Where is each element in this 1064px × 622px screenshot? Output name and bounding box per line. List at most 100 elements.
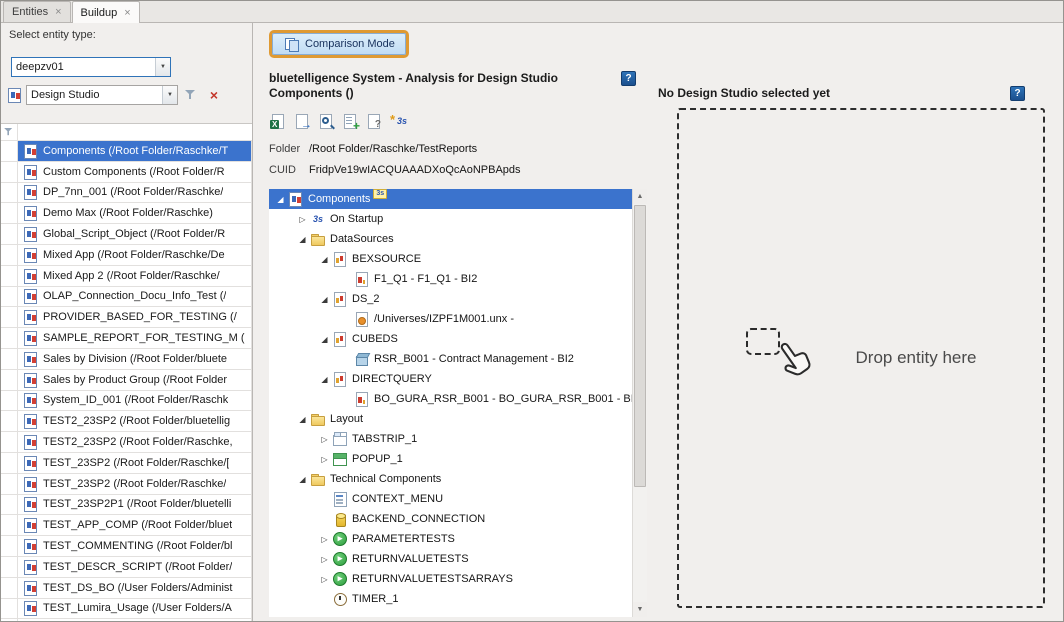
entity-row[interactable]: TEST_ON_SMALL_INITIAL_VIEW (/Ro — [1, 619, 252, 621]
expander-expanded-icon[interactable]: ◢ — [295, 475, 310, 484]
close-tab-icon[interactable]: × — [124, 8, 130, 18]
tree-node[interactable]: ▷▸RETURNVALUETESTS — [269, 549, 632, 569]
tree-node[interactable]: ◢DIRECTQUERY — [269, 369, 632, 389]
tree-node[interactable]: ◢Layout — [269, 409, 632, 429]
expander-expanded-icon[interactable]: ◢ — [273, 195, 288, 204]
tree-node[interactable]: ▷3sOn Startup — [269, 209, 632, 229]
entity-row[interactable]: TEST_DS_BO (/User Folders/Administ — [1, 578, 252, 599]
entity-cell[interactable]: TEST_23SP2 (/Root Folder/Raschke/[ — [18, 453, 252, 473]
tree-node[interactable]: ▷▸RETURNVALUETESTSARRAYS — [269, 569, 632, 589]
scroll-down-icon[interactable]: ▼ — [633, 602, 647, 617]
entity-row[interactable]: Demo Max (/Root Folder/Raschke) — [1, 203, 252, 224]
entity-cell[interactable]: Sales by Division (/Root Folder/bluete — [18, 349, 252, 369]
tab-buildup[interactable]: Buildup× — [72, 1, 140, 23]
export-excel-button[interactable]: X — [269, 112, 287, 130]
tree-node[interactable]: BACKEND_CONNECTION — [269, 509, 632, 529]
entity-cell[interactable]: TEST2_23SP2 (/Root Folder/bluetellig — [18, 411, 252, 431]
entity-row[interactable]: Sales by Division (/Root Folder/bluete — [1, 349, 252, 370]
tree-node[interactable]: ▷POPUP_1 — [269, 449, 632, 469]
close-tab-icon[interactable]: × — [55, 7, 61, 17]
tab-entities[interactable]: Entities× — [3, 1, 71, 22]
expander-expanded-icon[interactable]: ◢ — [317, 255, 332, 264]
tree-node[interactable]: ▷TABSTRIP_1 — [269, 429, 632, 449]
expander-expanded-icon[interactable]: ◢ — [317, 375, 332, 384]
comparison-mode-button[interactable]: Comparison Mode — [272, 33, 406, 55]
entity-row[interactable]: Custom Components (/Root Folder/R — [1, 162, 252, 183]
entity-row[interactable]: Global_Script_Object (/Root Folder/R — [1, 224, 252, 245]
filter-edit-button[interactable] — [181, 85, 201, 105]
entity-row[interactable]: Sales by Product Group (/Root Folder — [1, 370, 252, 391]
tree-node[interactable]: ◢Technical Components — [269, 469, 632, 489]
entity-cell[interactable]: DP_7nn_001 (/Root Folder/Raschke/ — [18, 183, 252, 203]
entity-cell[interactable]: Global_Script_Object (/Root Folder/R — [18, 224, 252, 244]
tree-scrollbar[interactable]: ▲ ▼ — [632, 189, 647, 617]
entity-row[interactable]: PROVIDER_BASED_FOR_TESTING (/ — [1, 307, 252, 328]
entity-cell[interactable]: Sales by Product Group (/Root Folder — [18, 370, 252, 390]
expander-expanded-icon[interactable]: ◢ — [295, 415, 310, 424]
entity-cell[interactable]: TEST_APP_COMP (/Root Folder/bluet — [18, 515, 252, 535]
tree-node[interactable]: ◢DataSources — [269, 229, 632, 249]
entity-cell[interactable]: System_ID_001 (/Root Folder/Raschk — [18, 391, 252, 411]
entity-row[interactable]: Mixed App (/Root Folder/Raschke/De — [1, 245, 252, 266]
expander-collapsed-icon[interactable]: ▷ — [317, 555, 332, 564]
entity-row[interactable]: SAMPLE_REPORT_FOR_TESTING_M ( — [1, 328, 252, 349]
entity-cell[interactable]: TEST_DS_BO (/User Folders/Administ — [18, 578, 252, 598]
auto-filter-row[interactable] — [1, 124, 252, 141]
expander-collapsed-icon[interactable]: ▷ — [317, 435, 332, 444]
entity-cell[interactable]: Demo Max (/Root Folder/Raschke) — [18, 203, 252, 223]
tree-node[interactable]: RSR_B001 - Contract Management - BI2 — [269, 349, 632, 369]
entity-cell[interactable]: TEST_Lumira_Usage (/User Folders/A — [18, 599, 252, 619]
help-icon[interactable]: ? — [1010, 86, 1025, 101]
entity-cell[interactable]: TEST2_23SP2 (/Root Folder/Raschke, — [18, 432, 252, 452]
expander-expanded-icon[interactable]: ◢ — [317, 335, 332, 344]
clear-filter-button[interactable]: × — [204, 85, 224, 105]
entity-cell[interactable]: Mixed App (/Root Folder/Raschke/De — [18, 245, 252, 265]
entity-row[interactable]: TEST2_23SP2 (/Root Folder/Raschke, — [1, 432, 252, 453]
combo-dropdown-icon[interactable]: ▼ — [155, 58, 170, 76]
expander-collapsed-icon[interactable]: ▷ — [317, 455, 332, 464]
threes-star-button[interactable]: *3s — [389, 112, 407, 130]
entity-row[interactable]: TEST_Lumira_Usage (/User Folders/A — [1, 599, 252, 620]
expander-collapsed-icon[interactable]: ▷ — [317, 575, 332, 584]
entity-row[interactable]: TEST2_23SP2 (/Root Folder/bluetellig — [1, 411, 252, 432]
export-button[interactable]: → — [293, 112, 311, 130]
tree-node[interactable]: ◢BEXSOURCE — [269, 249, 632, 269]
entity-cell[interactable]: PROVIDER_BASED_FOR_TESTING (/ — [18, 307, 252, 327]
entity-cell[interactable]: Custom Components (/Root Folder/R — [18, 162, 252, 182]
zoom-button[interactable] — [317, 112, 335, 130]
entity-cell[interactable]: Mixed App 2 (/Root Folder/Raschke/ — [18, 266, 252, 286]
tree-node[interactable]: ◢CUBEDS — [269, 329, 632, 349]
entity-cell[interactable]: TEST_23SP2 (/Root Folder/Raschke/ — [18, 474, 252, 494]
system-combo[interactable]: deepzv01 ▼ — [11, 57, 171, 77]
entity-row[interactable]: Mixed App 2 (/Root Folder/Raschke/ — [1, 266, 252, 287]
entity-row[interactable]: TEST_23SP2 (/Root Folder/Raschke/ — [1, 474, 252, 495]
entity-row[interactable]: TEST_DESCR_SCRIPT (/Root Folder/ — [1, 557, 252, 578]
entity-cell[interactable]: SAMPLE_REPORT_FOR_TESTING_M ( — [18, 328, 252, 348]
entity-row[interactable]: System_ID_001 (/Root Folder/Raschk — [1, 391, 252, 412]
entity-type-combo[interactable]: Design Studio ▼ — [26, 85, 178, 105]
entity-cell[interactable]: OLAP_Connection_Docu_Info_Test (/ — [18, 287, 252, 307]
entity-row[interactable]: OLAP_Connection_Docu_Info_Test (/ — [1, 287, 252, 308]
tree-node[interactable]: ◢DS_2 — [269, 289, 632, 309]
entity-cell[interactable]: TEST_23SP2P1 (/Root Folder/bluetelli — [18, 495, 252, 515]
drop-zone[interactable]: Drop entity here — [677, 108, 1045, 608]
help-doc-button[interactable]: ? — [365, 112, 383, 130]
tree-node[interactable]: ▷▸PARAMETERTESTS — [269, 529, 632, 549]
help-icon[interactable]: ? — [621, 71, 636, 86]
entity-cell[interactable]: TEST_ON_SMALL_INITIAL_VIEW (/Ro — [18, 619, 252, 621]
entity-row[interactable]: Components (/Root Folder/Raschke/T — [1, 141, 252, 162]
expander-collapsed-icon[interactable]: ▷ — [317, 535, 332, 544]
tree-node[interactable]: F1_Q1 - F1_Q1 - BI2 — [269, 269, 632, 289]
tree-node[interactable]: TIMER_1 — [269, 589, 632, 609]
export-table-button[interactable]: + — [341, 112, 359, 130]
tree-node[interactable]: BO_GURA_RSR_B001 - BO_GURA_RSR_B001 - BI… — [269, 389, 632, 409]
entity-row[interactable]: TEST_23SP2P1 (/Root Folder/bluetelli — [1, 495, 252, 516]
tree-node[interactable]: /Universes/IZPF1M001.unx - — [269, 309, 632, 329]
entity-cell[interactable]: TEST_COMMENTING (/Root Folder/bl — [18, 536, 252, 556]
expander-expanded-icon[interactable]: ◢ — [317, 295, 332, 304]
tree-node[interactable]: ◢Components3s — [269, 189, 632, 209]
entity-row[interactable]: TEST_APP_COMP (/Root Folder/bluet — [1, 515, 252, 536]
entity-row[interactable]: TEST_COMMENTING (/Root Folder/bl — [1, 536, 252, 557]
tree-node[interactable]: CONTEXT_MENU — [269, 489, 632, 509]
entity-cell[interactable]: Components (/Root Folder/Raschke/T — [18, 141, 252, 161]
